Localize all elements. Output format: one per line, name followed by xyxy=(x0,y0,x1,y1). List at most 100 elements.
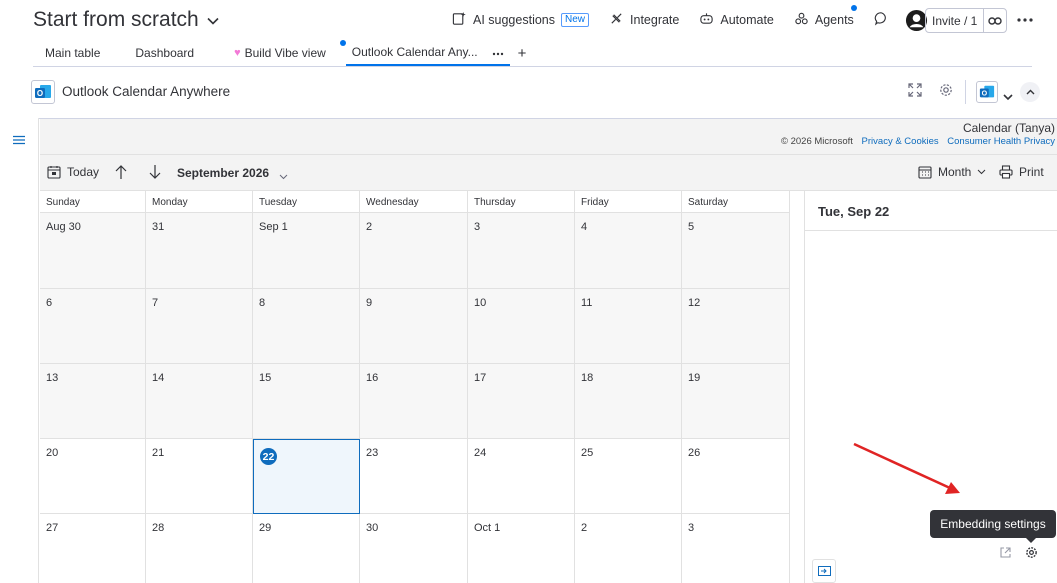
calendar-cell[interactable]: Sep 1 xyxy=(253,213,360,289)
printer-icon xyxy=(999,165,1013,179)
calendar-cell[interactable]: 31 xyxy=(146,213,253,289)
calendar-cell[interactable]: 26 xyxy=(682,439,790,514)
calendar-cell[interactable]: 27 xyxy=(40,514,146,583)
integrate-button[interactable]: Integrate xyxy=(609,11,679,29)
calendar-cell[interactable]: 21 xyxy=(146,439,253,514)
next-month-button[interactable] xyxy=(148,164,162,180)
print-button[interactable]: Print xyxy=(999,165,1044,179)
day-number: 8 xyxy=(259,297,266,309)
tab-label: Main table xyxy=(45,46,101,60)
day-number: 19 xyxy=(688,372,701,384)
view-switcher[interactable]: Month xyxy=(918,165,986,179)
calendar-cell[interactable]: Oct 1 xyxy=(468,514,575,583)
tab-more-icon[interactable] xyxy=(492,45,504,59)
plus-icon: + xyxy=(517,44,527,62)
calendar-cell[interactable]: 2 xyxy=(575,514,682,583)
calendar-cell[interactable]: 20 xyxy=(40,439,146,514)
app-window: Start from scratch AI suggestions New In… xyxy=(0,0,1057,583)
add-view-button[interactable]: + xyxy=(510,40,535,66)
selected-day-title: Tue, Sep 22 xyxy=(818,204,890,219)
tab-build-vibe-view[interactable]: ♥ Build Vibe view xyxy=(222,40,338,66)
calendar-today-icon xyxy=(47,166,61,179)
calendar-cell[interactable]: 11 xyxy=(575,289,682,364)
hamburger-menu-icon[interactable] xyxy=(12,132,26,150)
embedding-settings-gear-icon[interactable] xyxy=(1025,546,1038,564)
ai-sparkle-icon xyxy=(452,11,467,29)
day-number: 20 xyxy=(46,447,59,459)
widget-settings-gear-icon[interactable] xyxy=(939,83,953,97)
day-number: 21 xyxy=(152,447,165,459)
day-number: 10 xyxy=(474,297,487,309)
calendar-cell[interactable]: 30 xyxy=(360,514,468,583)
fullscreen-icon[interactable] xyxy=(908,83,922,97)
calendar-cell[interactable]: 10 xyxy=(468,289,575,364)
calendar-cell[interactable]: 4 xyxy=(575,213,682,289)
calendar-cell[interactable]: 12 xyxy=(682,289,790,364)
tooltip-text: Embedding settings xyxy=(940,517,1046,531)
board-title-text: Start from scratch xyxy=(33,8,199,31)
month-picker[interactable]: September 2026 xyxy=(177,165,288,180)
tab-notification-dot xyxy=(339,40,346,46)
day-number: 14 xyxy=(152,372,165,384)
health-privacy-link[interactable]: Consumer Health Privacy xyxy=(947,136,1055,147)
calendar-cell[interactable]: 18 xyxy=(575,364,682,439)
day-number: 16 xyxy=(366,372,379,384)
robot-icon xyxy=(699,11,714,29)
calendar-cell[interactable]: 29 xyxy=(253,514,360,583)
calendar-cell[interactable]: 14 xyxy=(146,364,253,439)
calendar-cell[interactable]: 2 xyxy=(360,213,468,289)
more-options-icon[interactable] xyxy=(1017,13,1033,27)
calendar-cell[interactable]: 3 xyxy=(468,213,575,289)
calendar-cell[interactable]: 9 xyxy=(360,289,468,364)
ai-suggestions-button[interactable]: AI suggestions New xyxy=(452,11,590,29)
collapse-widget-button[interactable] xyxy=(1020,82,1040,102)
calendar-cell[interactable]: 16 xyxy=(360,364,468,439)
widget-title: Outlook Calendar Anywhere xyxy=(62,84,231,99)
updates-button[interactable] xyxy=(874,11,889,29)
calendar-cell[interactable]: 24 xyxy=(468,439,575,514)
tab-main-table[interactable]: Main table xyxy=(33,40,112,66)
day-header: Wednesday xyxy=(360,191,468,213)
tab-label: Outlook Calendar Any... xyxy=(351,45,478,59)
tab-dashboard[interactable]: Dashboard xyxy=(123,40,206,66)
calendar-cell-today[interactable]: 22 xyxy=(253,439,360,514)
calendar-cell[interactable]: 25 xyxy=(575,439,682,514)
calendar-cell[interactable]: 5 xyxy=(682,213,790,289)
calendar-cell[interactable]: 17 xyxy=(468,364,575,439)
tab-outlook-calendar[interactable]: Outlook Calendar Any... xyxy=(339,40,510,66)
agents-button[interactable]: Agents xyxy=(794,5,857,29)
day-number: 5 xyxy=(688,221,695,233)
chevron-down-icon[interactable] xyxy=(207,12,219,28)
outlook-app-switcher[interactable]: O xyxy=(976,81,998,103)
calendar-cell[interactable]: Aug 30 xyxy=(40,213,146,289)
calendar-cell[interactable]: 13 xyxy=(40,364,146,439)
invite-button[interactable]: Invite / 1 xyxy=(926,9,985,32)
agents-icon xyxy=(794,11,809,29)
calendar-cell[interactable]: 23 xyxy=(360,439,468,514)
automate-button[interactable]: Automate xyxy=(699,11,774,29)
calendar-cell[interactable]: 28 xyxy=(146,514,253,583)
day-number: 17 xyxy=(474,372,487,384)
calendar-cell[interactable]: 19 xyxy=(682,364,790,439)
calendar-cell[interactable]: 3 xyxy=(682,514,790,583)
embedding-settings-tooltip: Embedding settings xyxy=(930,510,1056,543)
copy-link-icon[interactable] xyxy=(984,16,1006,26)
day-header: Sunday xyxy=(40,191,146,213)
panel-toggle-button[interactable] xyxy=(812,559,836,583)
calendar-cell[interactable]: 7 xyxy=(146,289,253,364)
board-title[interactable]: Start from scratch xyxy=(33,8,219,32)
view-label: Month xyxy=(938,165,972,179)
day-number: 27 xyxy=(46,522,59,534)
calendar-cell[interactable]: 6 xyxy=(40,289,146,364)
day-number: 22 xyxy=(260,448,277,465)
privacy-link[interactable]: Privacy & Cookies xyxy=(862,136,939,147)
previous-month-button[interactable] xyxy=(114,164,128,180)
open-external-icon[interactable] xyxy=(999,546,1012,564)
arrow-up-icon xyxy=(115,165,127,179)
day-number: 15 xyxy=(259,372,272,384)
calendar-cell[interactable]: 8 xyxy=(253,289,360,364)
today-button[interactable]: Today xyxy=(47,165,99,179)
day-number: 3 xyxy=(474,221,481,233)
calendar-cell[interactable]: 15 xyxy=(253,364,360,439)
chevron-down-icon[interactable] xyxy=(1003,88,1013,106)
